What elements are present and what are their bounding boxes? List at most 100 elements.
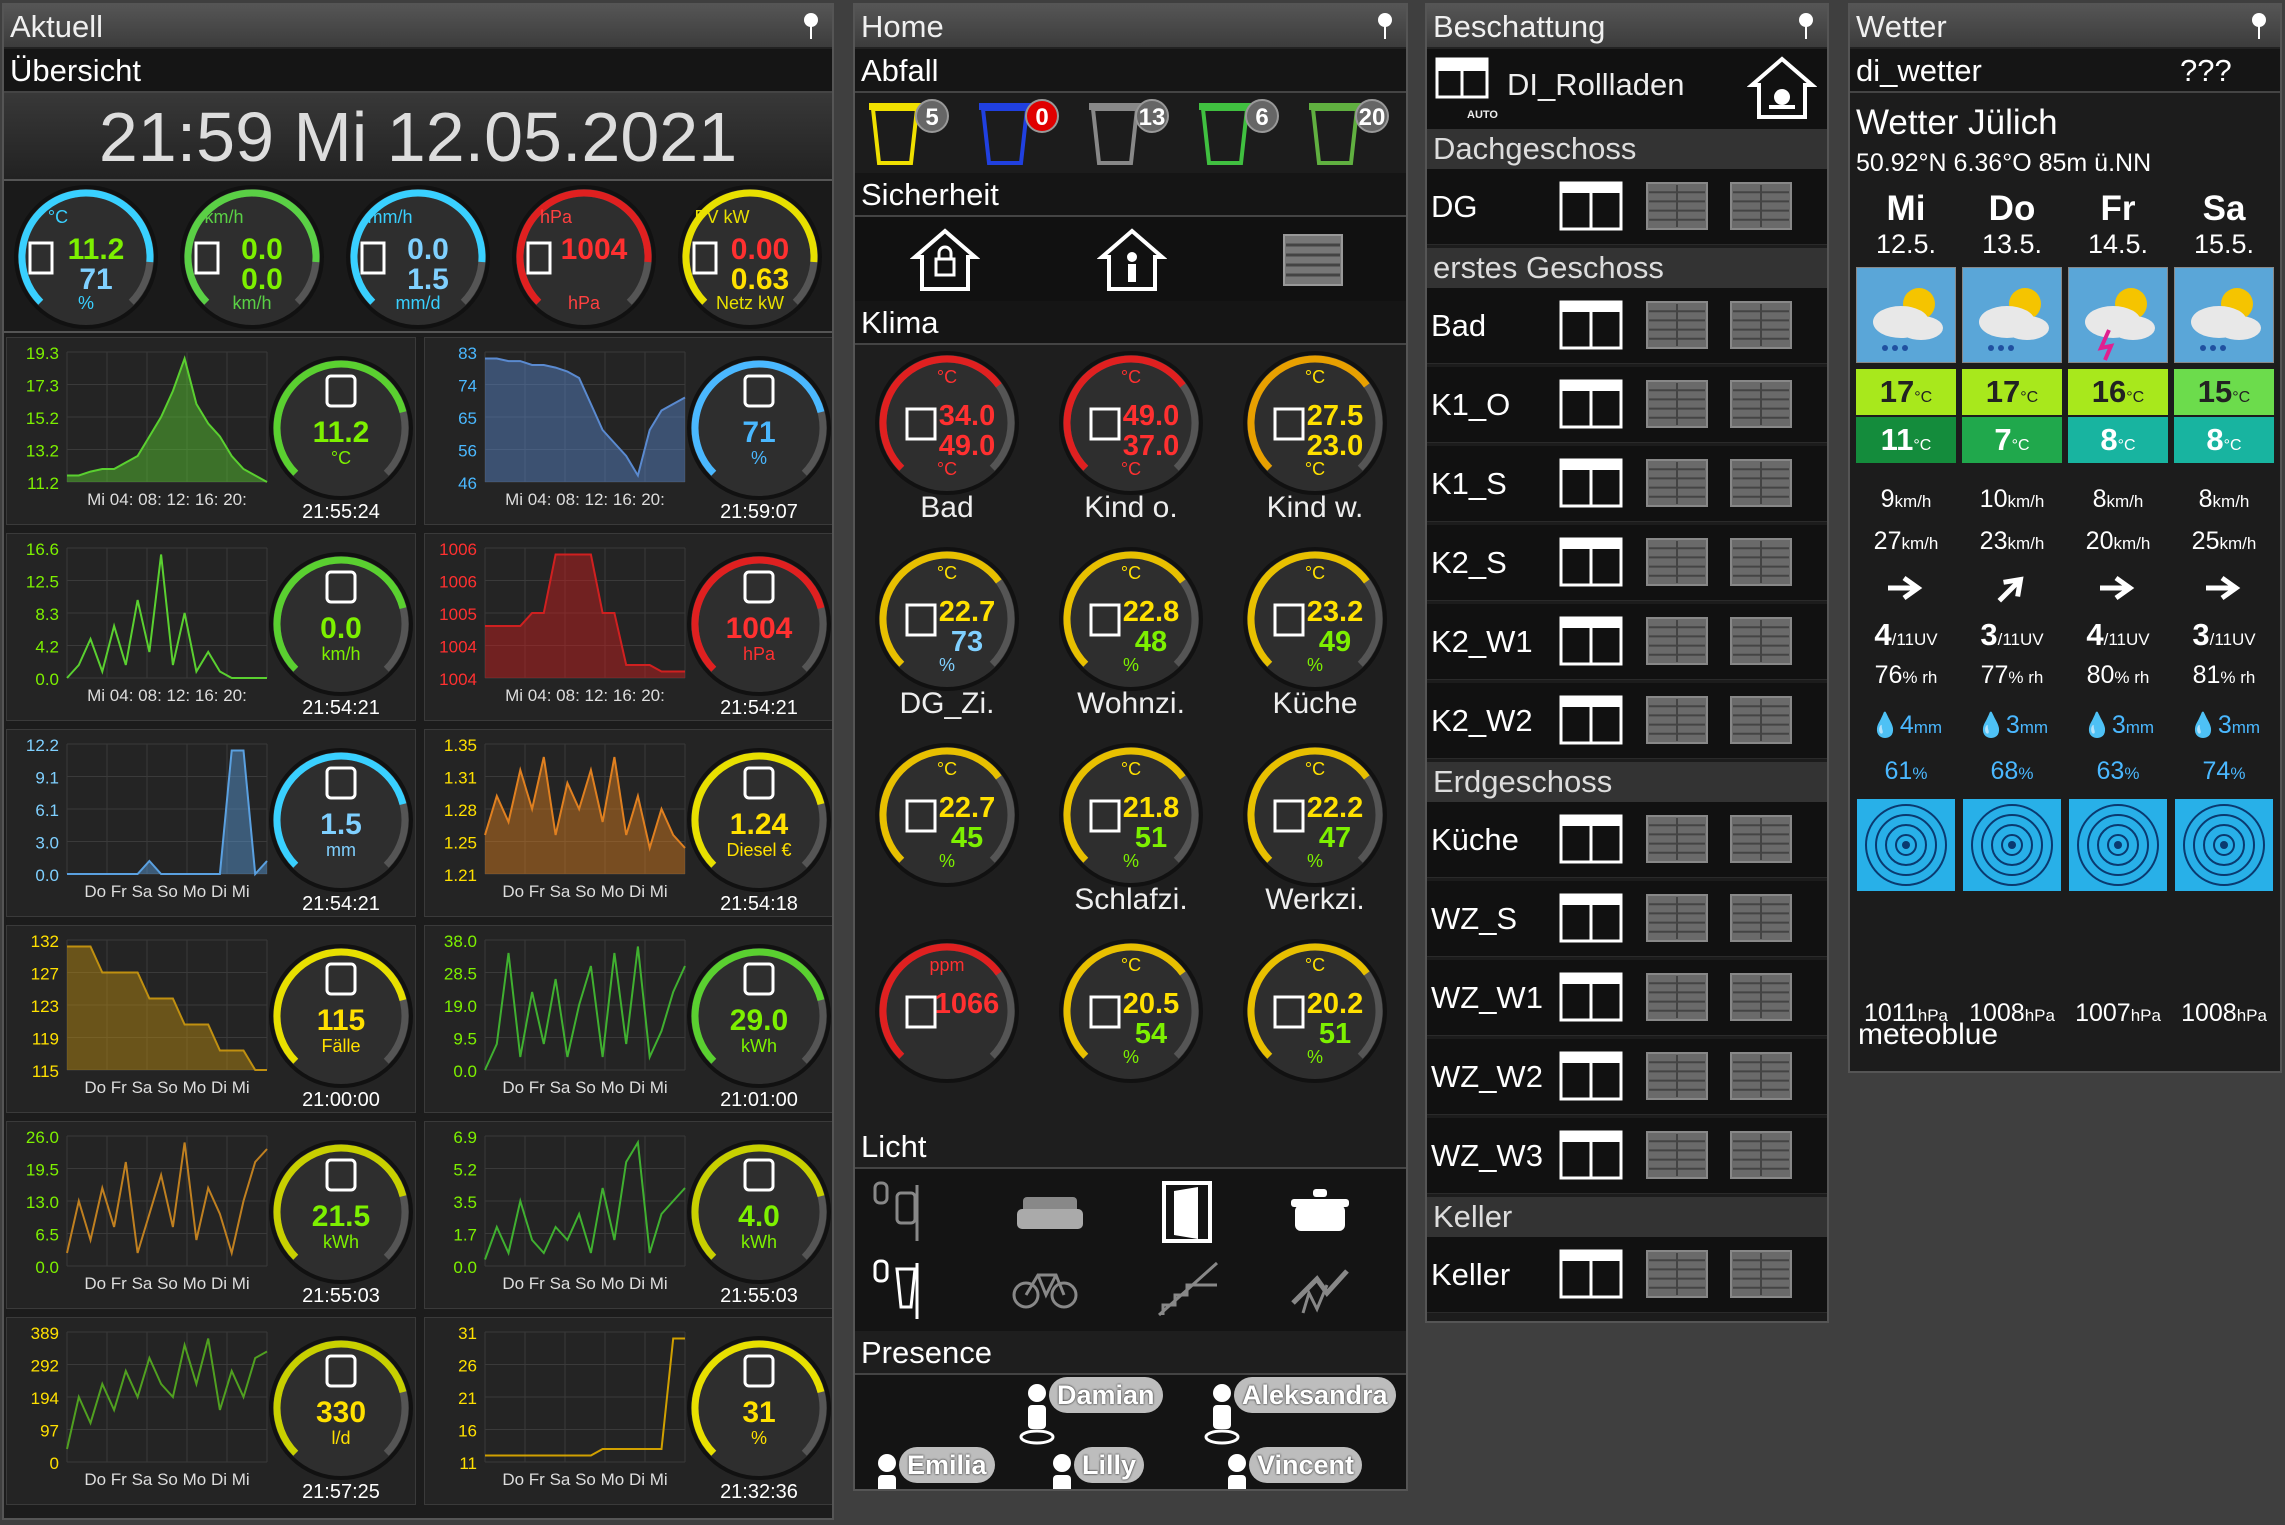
door-icon[interactable]	[1160, 1179, 1214, 1245]
garden-light-icon[interactable]	[1287, 1263, 1353, 1319]
room-value-primary: 20.2	[1307, 988, 1363, 1020]
overview-gauge[interactable]: mm/h 0.01.5mm/d	[346, 185, 490, 329]
waste-bin[interactable]: 20	[1305, 97, 1405, 169]
blind-closed-icon[interactable]	[1729, 181, 1793, 233]
blind-closed-icon[interactable]	[1645, 300, 1709, 352]
blind-closed-icon[interactable]	[1645, 1249, 1709, 1301]
person-presence[interactable]: Damian	[1015, 1377, 1195, 1447]
history-chart-card[interactable]: 83 74 65 56 46 Mi 04: 08: 12: 16: 20: 71% 21:59…	[424, 337, 832, 525]
blind-open-icon[interactable]	[1559, 1051, 1623, 1103]
room-climate-gauge[interactable]: °C 23.249%	[1243, 547, 1387, 691]
person-presence[interactable]: Lilly	[1040, 1447, 1220, 1489]
room-climate-gauge[interactable]: ppm 1066	[875, 939, 1019, 1083]
blind-open-icon[interactable]	[1559, 1130, 1623, 1182]
history-chart-card[interactable]: 1.35 1.31 1.28 1.25 1.21 Do Fr Sa So Mo Di Mi…	[424, 729, 832, 917]
forecast-day[interactable]: Sa 15.5. 15°C 8°C 8km/h 25km/h 3/11UV 81% rh 💧3m…	[2172, 189, 2276, 1027]
blind-closed-icon[interactable]	[1645, 379, 1709, 431]
room-climate-gauge[interactable]: °C34.049.0°C	[875, 351, 1019, 495]
pin-icon[interactable]	[1378, 13, 1392, 39]
blind-open-icon[interactable]	[1559, 537, 1623, 589]
blind-closed-icon[interactable]	[1729, 814, 1793, 866]
blind-open-icon[interactable]	[1559, 379, 1623, 431]
room-climate-gauge[interactable]: °C 22.247%	[1243, 743, 1387, 887]
bin-days-badge: 5	[915, 99, 949, 133]
blind-open-icon[interactable]	[1559, 1249, 1623, 1301]
waste-bin[interactable]: 6	[1195, 97, 1295, 169]
blind-closed-icon[interactable]	[1645, 814, 1709, 866]
forecast-day[interactable]: Fr 14.5. 16°C 8°C 8km/h 20km/h 4/11UV 80% rh 💧3m…	[2066, 189, 2170, 1027]
forecast-day[interactable]: Do 13.5. 17°C 7°C 10km/h 23km/h 3/11UV 77% rh 💧3…	[1960, 189, 2064, 1027]
blind-closed-icon[interactable]	[1645, 181, 1709, 233]
blind-closed-icon[interactable]	[1729, 616, 1793, 668]
person-presence[interactable]: Emilia	[865, 1447, 1045, 1489]
overview-gauge[interactable]: PV kW 0.000.63Netz kW	[678, 185, 822, 329]
stairs-light-icon[interactable]	[1155, 1259, 1221, 1319]
blind-open-icon[interactable]	[1559, 814, 1623, 866]
history-chart-card[interactable]: 19.3 17.3 15.2 13.2 11.2 Mi 04: 08: 12: 16: 2…	[6, 337, 416, 525]
blind-closed-icon[interactable]	[1645, 893, 1709, 945]
waste-bin[interactable]: 13	[1085, 97, 1185, 169]
room-climate-gauge[interactable]: °C 20.251%	[1243, 939, 1387, 1083]
blind-closed-icon[interactable]	[1729, 1130, 1793, 1182]
blind-closed-icon[interactable]	[1645, 616, 1709, 668]
lamp-icon[interactable]	[867, 1257, 927, 1323]
history-chart-card[interactable]: 31 26 21 16 11 Do Fr Sa So Mo Di Mi 31% 21:32:3…	[424, 1317, 832, 1505]
room-climate-gauge[interactable]: °C 22.773%	[875, 547, 1019, 691]
blind-closed-icon[interactable]	[1645, 972, 1709, 1024]
overview-gauge[interactable]: km/h0.00.0km/h	[180, 185, 324, 329]
sofa-icon[interactable]	[1015, 1191, 1085, 1237]
forecast-day[interactable]: Mi 12.5. 17°C 11°C 9km/h 27km/h 4/11UV 76% rh 💧4…	[1854, 189, 1958, 1027]
blind-closed-icon[interactable]	[1729, 458, 1793, 510]
overview-gauge[interactable]: hPa 1004 hPa	[512, 185, 656, 329]
blind-closed-icon[interactable]	[1645, 695, 1709, 747]
history-chart-card[interactable]: 26.0 19.5 13.0 6.5 0.0 Do Fr Sa So Mo Di Mi 21…	[6, 1121, 416, 1309]
room-climate-gauge[interactable]: °C 22.745%	[875, 743, 1019, 887]
blind-closed-icon[interactable]	[1645, 1051, 1709, 1103]
room-climate-gauge[interactable]: °C49.037.0°C	[1059, 351, 1203, 495]
blind-open-icon[interactable]	[1559, 893, 1623, 945]
blind-closed-icon[interactable]	[1729, 1249, 1793, 1301]
blind-closed-icon[interactable]	[1729, 972, 1793, 1024]
blind-open-icon[interactable]	[1559, 181, 1623, 233]
history-chart-card[interactable]: 6.9 5.2 3.5 1.7 0.0 Do Fr Sa So Mo Di Mi 4.0 kW…	[424, 1121, 832, 1309]
garage-door-icon[interactable]	[1280, 231, 1346, 289]
history-chart-card[interactable]: 12.2 9.1 6.1 3.0 0.0 Do Fr Sa So Mo Di Mi 1.5 m…	[6, 729, 416, 917]
overview-gauge[interactable]: °C11.271%	[14, 185, 158, 329]
blind-closed-icon[interactable]	[1645, 458, 1709, 510]
blind-closed-icon[interactable]	[1729, 695, 1793, 747]
cooking-pot-icon[interactable]	[1287, 1183, 1353, 1239]
waste-bin[interactable]: 0	[975, 97, 1075, 169]
blind-closed-icon[interactable]	[1729, 379, 1793, 431]
house-person-icon[interactable]	[1097, 227, 1167, 293]
history-chart-card[interactable]: 132 127 123 119 115 Do Fr Sa So Mo Di Mi 115 Fä…	[6, 925, 416, 1113]
person-presence[interactable]: Vincent	[1215, 1447, 1395, 1489]
blind-open-icon[interactable]	[1559, 616, 1623, 668]
room-climate-gauge[interactable]: °C 21.851%	[1059, 743, 1203, 887]
blind-open-icon[interactable]	[1559, 458, 1623, 510]
room-climate-gauge[interactable]: °C 22.848%	[1059, 547, 1203, 691]
blind-open-icon[interactable]	[1559, 972, 1623, 1024]
blind-closed-icon[interactable]	[1729, 1051, 1793, 1103]
person-presence[interactable]: Aleksandra	[1200, 1377, 1396, 1447]
house-lock-icon[interactable]	[910, 227, 980, 293]
bicycle-icon[interactable]	[1010, 1265, 1080, 1311]
house-sun-icon[interactable]	[1747, 55, 1817, 121]
pin-icon[interactable]	[804, 13, 818, 39]
blind-closed-icon[interactable]	[1645, 1130, 1709, 1182]
history-chart-card[interactable]: 38.0 28.5 19.0 9.5 0.0 Do Fr Sa So Mo Di Mi 29…	[424, 925, 832, 1113]
blind-closed-icon[interactable]	[1729, 893, 1793, 945]
history-chart-card[interactable]: 1006 1006 1005 1004 1004 Mi 04: 08: 12: 16: 2…	[424, 533, 832, 721]
blind-closed-icon[interactable]	[1729, 300, 1793, 352]
wall-lamp-icon[interactable]	[867, 1179, 927, 1245]
blind-closed-icon[interactable]	[1729, 537, 1793, 589]
blind-closed-icon[interactable]	[1645, 537, 1709, 589]
waste-bin[interactable]: 5	[865, 97, 965, 169]
room-climate-gauge[interactable]: °C27.523.0°C	[1243, 351, 1387, 495]
blind-open-icon[interactable]	[1559, 300, 1623, 352]
pin-icon[interactable]	[1799, 13, 1813, 39]
blind-open-icon[interactable]	[1559, 695, 1623, 747]
room-climate-gauge[interactable]: °C 20.554%	[1059, 939, 1203, 1083]
history-chart-card[interactable]: 16.6 12.5 8.3 4.2 0.0 Mi 04: 08: 12: 16: 20: 0…	[6, 533, 416, 721]
history-chart-card[interactable]: 389 292 194 97 0 Do Fr Sa So Mo Di Mi 330 l/d 21…	[6, 1317, 416, 1505]
pin-icon[interactable]	[2252, 13, 2266, 39]
